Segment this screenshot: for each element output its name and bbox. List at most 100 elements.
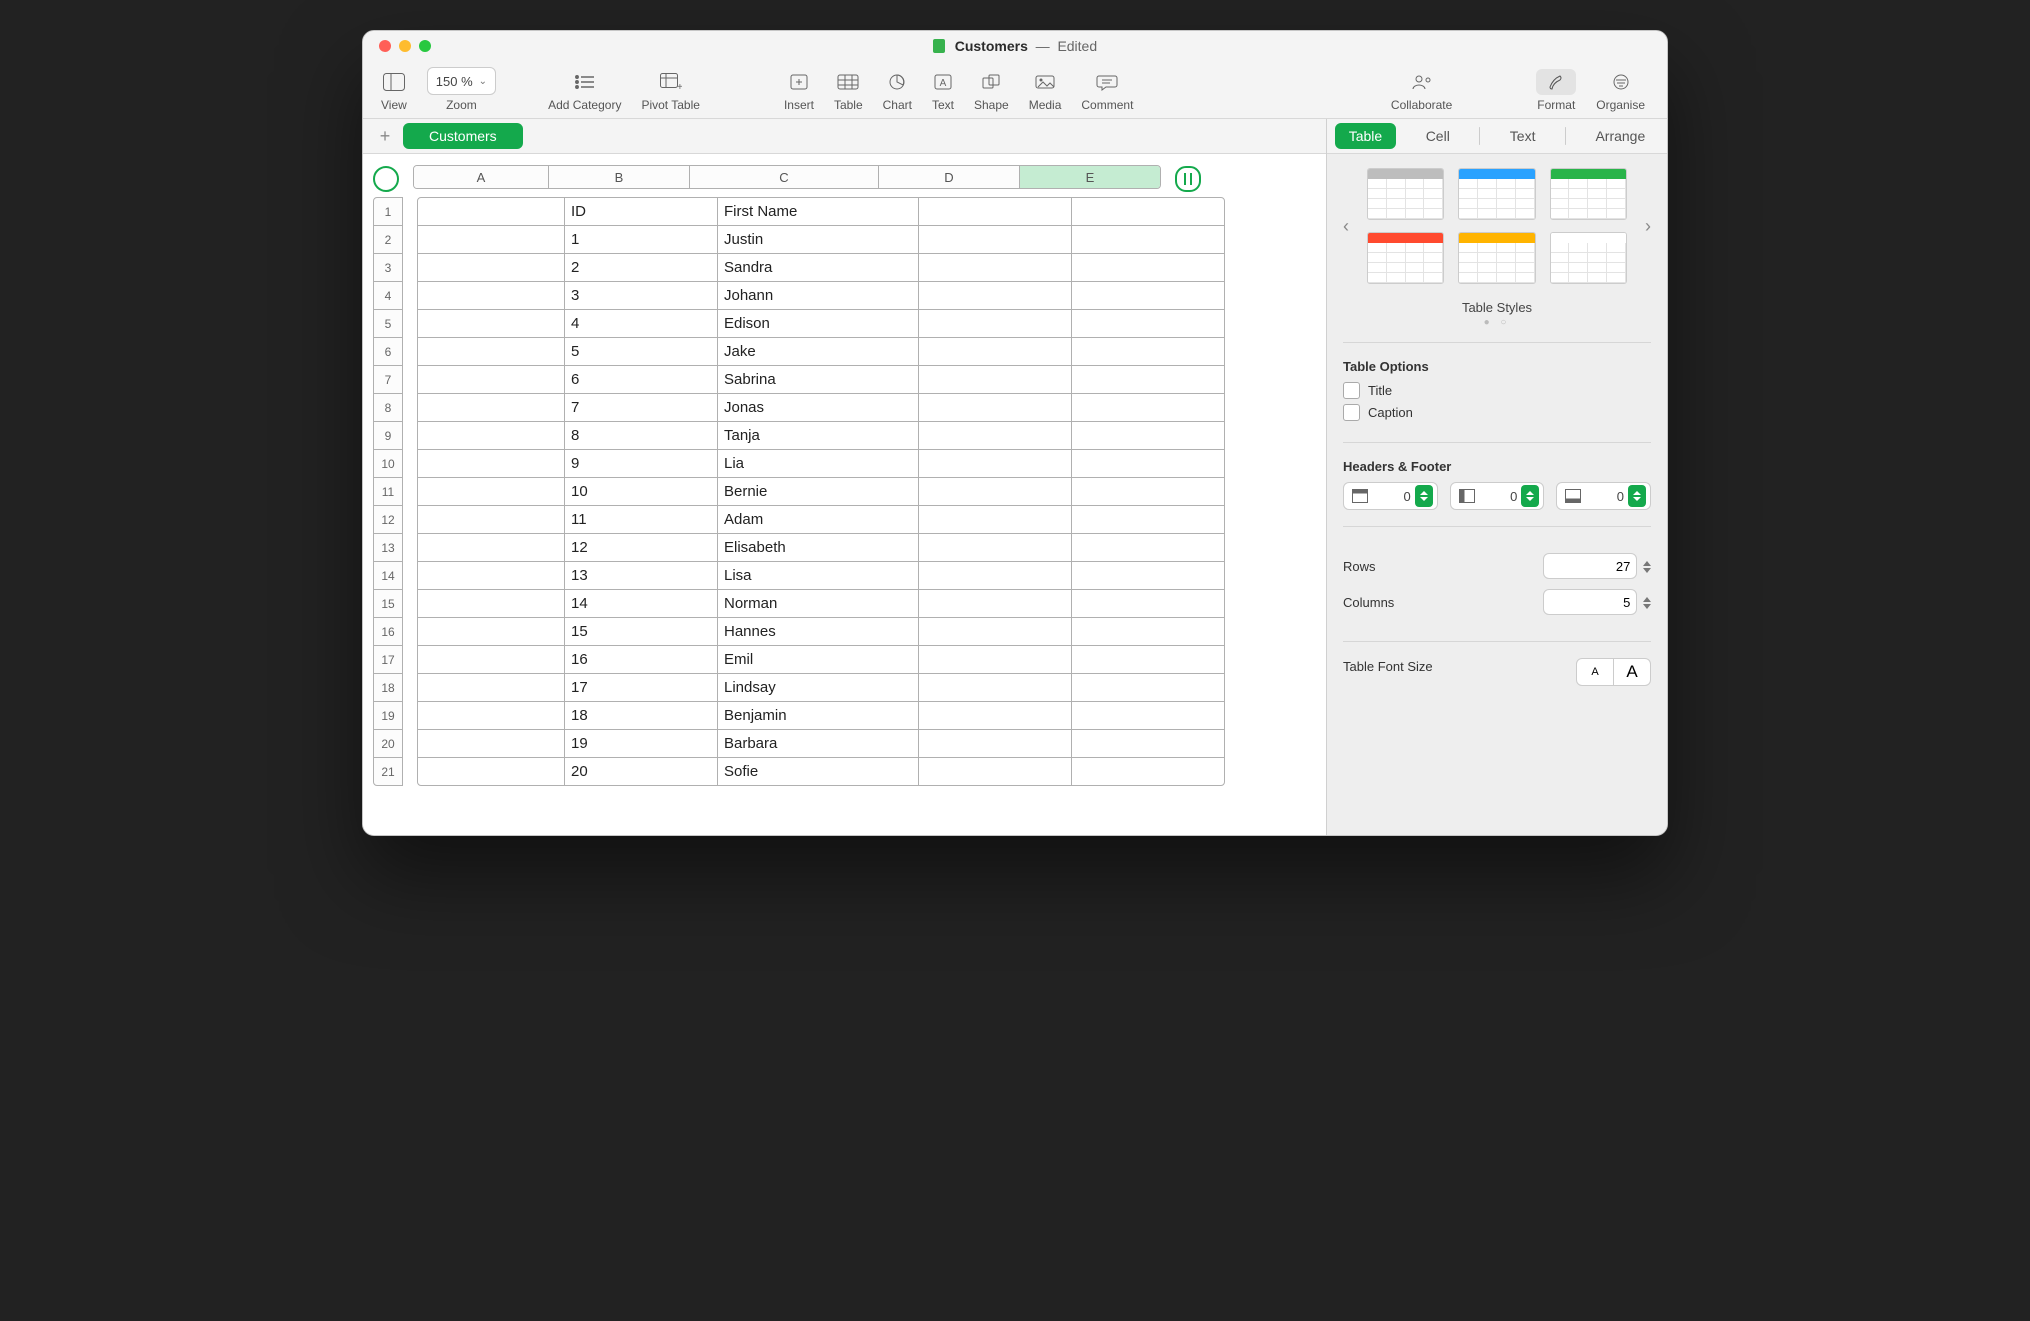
table-body[interactable]: IDFirst Name1Justin2Sandra3Johann4Edison… — [417, 197, 1225, 786]
cell[interactable] — [919, 394, 1072, 421]
insert-button[interactable]: Insert — [776, 69, 822, 112]
footer-rows-stepper[interactable]: 0 — [1556, 482, 1651, 510]
row-header[interactable]: 15 — [374, 590, 402, 618]
zoom-window-button[interactable] — [419, 40, 431, 52]
chart-button[interactable]: Chart — [875, 69, 920, 112]
row-header[interactable]: 1 — [374, 198, 402, 226]
cell[interactable]: Sofie — [718, 758, 919, 785]
cell[interactable]: 10 — [565, 478, 718, 505]
rows-input[interactable] — [1543, 553, 1637, 579]
organise-button[interactable]: Organise — [1588, 69, 1653, 112]
table-button[interactable]: Table — [826, 69, 871, 112]
cell[interactable]: Bernie — [718, 478, 919, 505]
cell[interactable] — [1072, 506, 1224, 533]
cell[interactable]: Sandra — [718, 254, 919, 281]
cell[interactable]: Jonas — [718, 394, 919, 421]
cell[interactable]: Tanja — [718, 422, 919, 449]
table-row[interactable]: 1Justin — [418, 226, 1224, 254]
row-header[interactable]: 7 — [374, 366, 402, 394]
cell[interactable] — [919, 562, 1072, 589]
table-row[interactable]: 13Lisa — [418, 562, 1224, 590]
rows-stepper[interactable] — [1643, 561, 1651, 573]
cell[interactable] — [418, 310, 565, 337]
shape-button[interactable]: Shape — [966, 69, 1017, 112]
cell[interactable] — [1072, 226, 1224, 253]
cell[interactable] — [919, 618, 1072, 645]
cell[interactable] — [919, 478, 1072, 505]
cell[interactable]: 17 — [565, 674, 718, 701]
cell[interactable]: 6 — [565, 366, 718, 393]
cell[interactable]: Hannes — [718, 618, 919, 645]
format-button[interactable]: Format — [1528, 69, 1584, 112]
table-origin-handle[interactable] — [373, 166, 399, 192]
col-header-C[interactable]: C — [690, 166, 879, 188]
table-row[interactable]: 14Norman — [418, 590, 1224, 618]
col-header-A[interactable]: A — [414, 166, 549, 188]
cell[interactable]: Lia — [718, 450, 919, 477]
table-style-swatch[interactable] — [1550, 168, 1627, 220]
cell[interactable] — [1072, 254, 1224, 281]
zoom-control[interactable]: 150 % ⌄ Zoom — [419, 67, 504, 112]
cell[interactable]: 1 — [565, 226, 718, 253]
cell[interactable] — [1072, 450, 1224, 477]
cell[interactable] — [418, 282, 565, 309]
table-row[interactable]: 15Hannes — [418, 618, 1224, 646]
table-style-swatch[interactable] — [1367, 232, 1444, 284]
table-row[interactable]: 19Barbara — [418, 730, 1224, 758]
table-row[interactable]: 6Sabrina — [418, 366, 1224, 394]
cell[interactable] — [1072, 394, 1224, 421]
sidebar-tab-cell[interactable]: Cell — [1412, 123, 1464, 149]
cell[interactable] — [919, 646, 1072, 673]
cell[interactable]: 20 — [565, 758, 718, 785]
table-style-swatch[interactable] — [1367, 168, 1444, 220]
row-header[interactable]: 8 — [374, 394, 402, 422]
row-header[interactable]: 4 — [374, 282, 402, 310]
table-style-swatch[interactable] — [1458, 232, 1535, 284]
cell[interactable]: Elisabeth — [718, 534, 919, 561]
table-row[interactable]: IDFirst Name — [418, 198, 1224, 226]
cell[interactable]: Justin — [718, 226, 919, 253]
row-header[interactable]: 16 — [374, 618, 402, 646]
cell[interactable] — [418, 366, 565, 393]
cell[interactable] — [418, 702, 565, 729]
cell[interactable] — [919, 534, 1072, 561]
sidebar-tab-table[interactable]: Table — [1335, 123, 1396, 149]
cell[interactable] — [1072, 618, 1224, 645]
cell[interactable] — [1072, 282, 1224, 309]
table-style-swatch[interactable] — [1550, 232, 1627, 284]
styles-prev-button[interactable]: ‹ — [1343, 216, 1361, 237]
styles-next-button[interactable]: › — [1633, 216, 1651, 237]
cell[interactable]: Adam — [718, 506, 919, 533]
cell[interactable]: 14 — [565, 590, 718, 617]
cell[interactable] — [418, 450, 565, 477]
sidebar-tab-text[interactable]: Text — [1496, 123, 1550, 149]
cell[interactable] — [418, 198, 565, 225]
font-larger-button[interactable]: A — [1613, 659, 1650, 685]
cell[interactable] — [418, 394, 565, 421]
row-header[interactable]: 13 — [374, 534, 402, 562]
row-header[interactable]: 18 — [374, 674, 402, 702]
cell[interactable]: 13 — [565, 562, 718, 589]
row-header[interactable]: 11 — [374, 478, 402, 506]
title-checkbox-row[interactable]: Title — [1343, 382, 1651, 399]
table-row[interactable]: 5Jake — [418, 338, 1224, 366]
cell[interactable] — [919, 338, 1072, 365]
cell[interactable] — [418, 590, 565, 617]
cell[interactable]: 3 — [565, 282, 718, 309]
cell[interactable] — [418, 674, 565, 701]
font-smaller-button[interactable]: A — [1577, 659, 1613, 685]
table-row[interactable]: 11Adam — [418, 506, 1224, 534]
header-cols-stepper[interactable]: 0 — [1450, 482, 1545, 510]
cell[interactable]: 5 — [565, 338, 718, 365]
table-row[interactable]: 17Lindsay — [418, 674, 1224, 702]
cell[interactable]: First Name — [718, 198, 919, 225]
minimize-window-button[interactable] — [399, 40, 411, 52]
table-row[interactable]: 12Elisabeth — [418, 534, 1224, 562]
cell[interactable]: 9 — [565, 450, 718, 477]
cell[interactable]: Lindsay — [718, 674, 919, 701]
cell[interactable] — [1072, 730, 1224, 757]
cell[interactable] — [418, 646, 565, 673]
cell[interactable] — [1072, 478, 1224, 505]
close-window-button[interactable] — [379, 40, 391, 52]
view-button[interactable]: View — [373, 69, 415, 112]
